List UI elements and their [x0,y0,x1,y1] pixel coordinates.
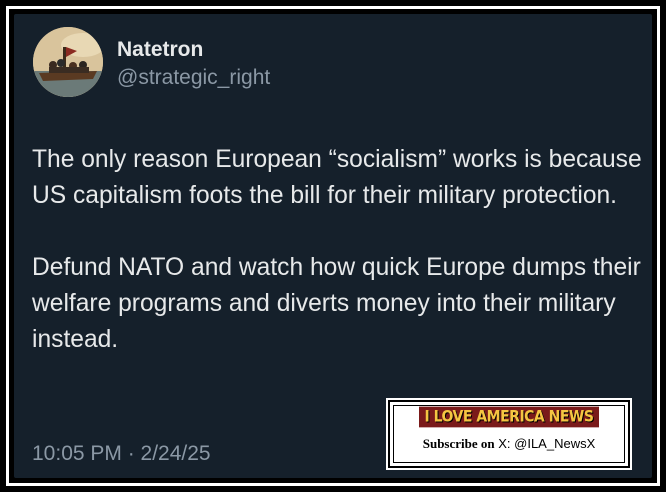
author-display-name[interactable]: Natetron [117,38,203,62]
watermark-logo-text: I LOVE AMERICA NEWS [418,406,600,428]
tweet-text: The only reason European “socialism” wor… [32,142,642,358]
watermark-account: X: @ILA_NewsX [498,436,596,451]
tweet-timestamp[interactable]: 10:05 PM · 2/24/25 [32,442,211,466]
watermark-subscribe: Subscribe on X: @ILA_NewsX [390,436,628,452]
tweet-paragraph: Defund NATO and watch how quick Europe d… [32,254,641,353]
watermark-subscribe-label: Subscribe on [422,436,495,451]
tweet-paragraph: The only reason European “socialism” wor… [32,146,642,209]
watermark-badge: I LOVE AMERICA NEWS Subscribe on X: @ILA… [388,400,630,468]
avatar-image [33,27,103,97]
avatar[interactable] [33,27,103,97]
author-handle[interactable]: @strategic_right [117,66,270,90]
watermark-logo: I LOVE AMERICA NEWS [390,406,628,428]
